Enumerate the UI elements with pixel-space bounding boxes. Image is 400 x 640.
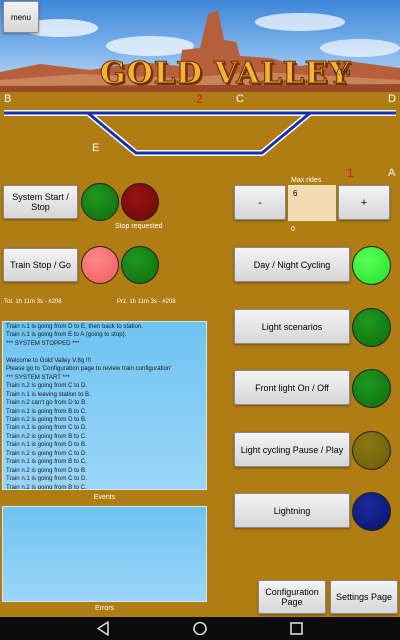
light-scenarios-button[interactable]: Light scenarios — [234, 309, 350, 344]
max-rides-minus-button[interactable]: - — [234, 185, 286, 220]
errors-log[interactable] — [2, 506, 207, 602]
track-label-b: B — [4, 93, 12, 105]
event-line: Train n.1 is going from C to D. — [6, 475, 88, 483]
system-navigation-bar — [0, 617, 400, 640]
events-caption: Events — [93, 494, 116, 501]
system-status-text: Stop requested — [115, 223, 163, 230]
light-cycling-pause-play-button[interactable]: Light cycling Pause / Play — [234, 432, 350, 467]
train-stopped-lamp — [81, 246, 119, 284]
event-line: Train n.2 is going from B to C. — [6, 432, 87, 440]
recents-icon[interactable] — [290, 622, 303, 635]
max-rides-count-below: 0 — [291, 226, 295, 233]
track-active-count: 2 — [196, 92, 203, 106]
front-light-lamp — [352, 369, 391, 408]
app-version: V.8g — [333, 67, 351, 77]
event-line: *** SYSTEM START *** — [6, 373, 70, 381]
event-line: Train n.2 is going from D to B. — [6, 415, 87, 423]
settings-page-button[interactable]: Settings Page — [330, 580, 398, 614]
event-line: Train n.2 is going from C to D. — [6, 449, 88, 457]
total-time-text: Tot. 1h 11m 3s - #208 — [4, 299, 62, 305]
event-line: Train n.2 is going from C to D. — [6, 382, 88, 390]
navigation-icons — [97, 621, 303, 636]
home-icon[interactable] — [193, 621, 207, 636]
max-rides-counter: 1 — [347, 166, 354, 180]
max-rides-label: Max rides — [291, 177, 322, 184]
event-line — [6, 348, 203, 356]
event-line: Train n.1 is going from B to C. — [6, 407, 87, 415]
max-rides-input[interactable]: 6 — [288, 185, 336, 221]
track-lines — [4, 110, 396, 156]
errors-caption: Errors — [94, 605, 115, 612]
event-line: Train n.1 is going from D to B. — [6, 441, 87, 449]
partial-time-text: Prz. 1h 11m 3s - #208 — [117, 299, 176, 305]
configuration-page-button[interactable]: Configuration Page — [258, 580, 326, 614]
event-line: Train n.1 is going from B to C. — [6, 458, 87, 466]
event-line: Train n.1 is leaving station to B. — [6, 390, 91, 398]
event-line: Train n.1 is going from E to A (going to… — [6, 331, 127, 339]
max-rides-plus-button[interactable]: + — [338, 185, 390, 220]
track-label-a: A — [388, 167, 396, 179]
track-label-c: C — [236, 93, 244, 105]
light-cycling-lamp — [352, 431, 391, 470]
header-banner: GOLD VALLEY V.8g — [0, 0, 400, 92]
light-scenarios-lamp — [352, 308, 391, 347]
events-log-lines: Train n.1 is going from D to E, then bac… — [6, 323, 203, 490]
day-night-lamp — [352, 246, 391, 285]
front-light-button[interactable]: Front light On / Off — [234, 370, 350, 405]
event-line: Train n.2 can't go from D to B. — [6, 399, 87, 407]
event-line: Train n.1 is going from D to E, then bac… — [6, 323, 143, 330]
system-running-lamp — [81, 183, 119, 221]
train-running-lamp — [121, 246, 159, 284]
lightning-button[interactable]: Lightning — [234, 493, 350, 528]
event-line: Train n.1 is going from C to D. — [6, 424, 88, 432]
system-start-stop-button[interactable]: System Start / Stop — [3, 185, 78, 219]
event-line: Welcome to Gold Valley V.8g !!! — [6, 356, 91, 364]
event-line: *** SYSTEM STOPPED *** — [6, 339, 80, 347]
menu-button[interactable]: menu — [3, 1, 39, 33]
track-label-e: E — [92, 142, 100, 154]
track-label-d: D — [388, 93, 396, 105]
train-stop-go-button[interactable]: Train Stop / Go — [3, 248, 78, 282]
app-logo-text: GOLD VALLEY — [100, 56, 351, 92]
day-night-cycling-button[interactable]: Day / Night Cycling — [234, 247, 350, 282]
event-line: Train n.2 is going from D to B. — [6, 466, 87, 474]
event-line: Train n.2 is going from B to C. — [6, 483, 87, 490]
back-icon[interactable] — [97, 621, 109, 636]
system-stopped-lamp — [121, 183, 159, 221]
events-log[interactable]: Train n.1 is going from D to E, then bac… — [2, 321, 207, 490]
lightning-lamp — [352, 492, 391, 531]
event-line: Please go to 'Configuration page to revi… — [6, 365, 172, 373]
